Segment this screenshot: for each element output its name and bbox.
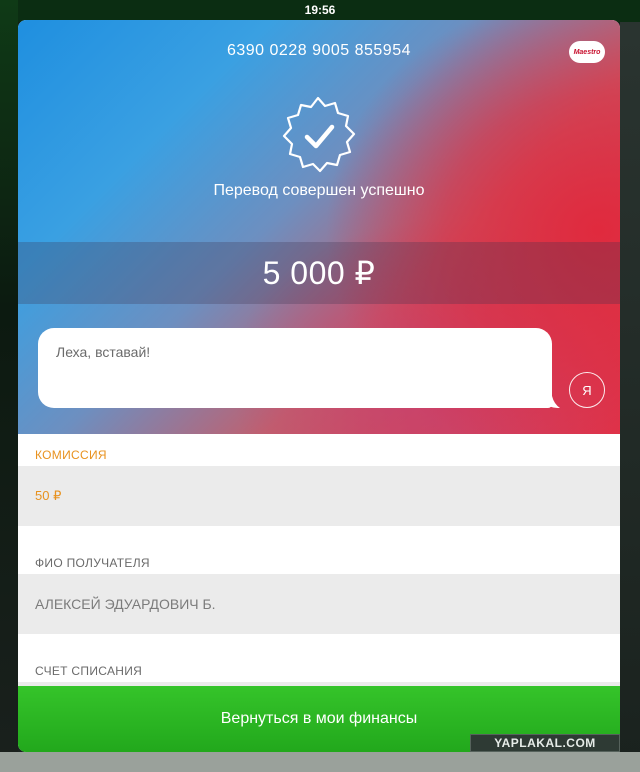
transfer-header: 6390 0228 9005 855954 Maestro Перевод со… — [18, 20, 620, 434]
section-gap — [18, 526, 620, 542]
check-badge-icon — [282, 96, 356, 173]
transfer-result-modal: 6390 0228 9005 855954 Maestro Перевод со… — [18, 20, 620, 752]
maestro-logo-icon: Maestro — [569, 41, 605, 63]
status-time: 19:56 — [304, 3, 336, 17]
comment-bubble: Леха, вставай! — [38, 328, 552, 408]
recipient-value: АЛЕКСЕЙ ЭДУАРДОВИЧ Б. — [18, 574, 620, 634]
watermark: YAPLAKAL.COM — [470, 734, 620, 752]
amount-band: 5 000 ₽ — [18, 242, 620, 304]
transfer-amount: 5 000 ₽ — [262, 255, 376, 291]
background-left-edge — [0, 0, 18, 772]
commission-value: 50 ₽ — [18, 466, 620, 526]
status-bar: 19:56 — [0, 0, 640, 20]
recipient-label: ФИО ПОЛУЧАТЕЛЯ — [18, 542, 620, 574]
card-number: 6390 0228 9005 855954 — [226, 42, 411, 59]
section-gap — [18, 634, 620, 650]
sender-avatar: Я — [569, 372, 605, 408]
debit-account-label: СЧЕТ СПИСАНИЯ — [18, 650, 620, 682]
background-bottom-edge — [0, 752, 640, 772]
avatar-letter: Я — [582, 382, 592, 398]
card-brand: Maestro — [573, 48, 601, 56]
success-message: Перевод совершен успешно — [213, 182, 425, 199]
comment-text: Леха, вставай! — [56, 344, 151, 360]
bubble-tail — [546, 396, 560, 408]
background-right-edge — [620, 22, 640, 772]
commission-label: КОМИССИЯ — [18, 434, 620, 466]
